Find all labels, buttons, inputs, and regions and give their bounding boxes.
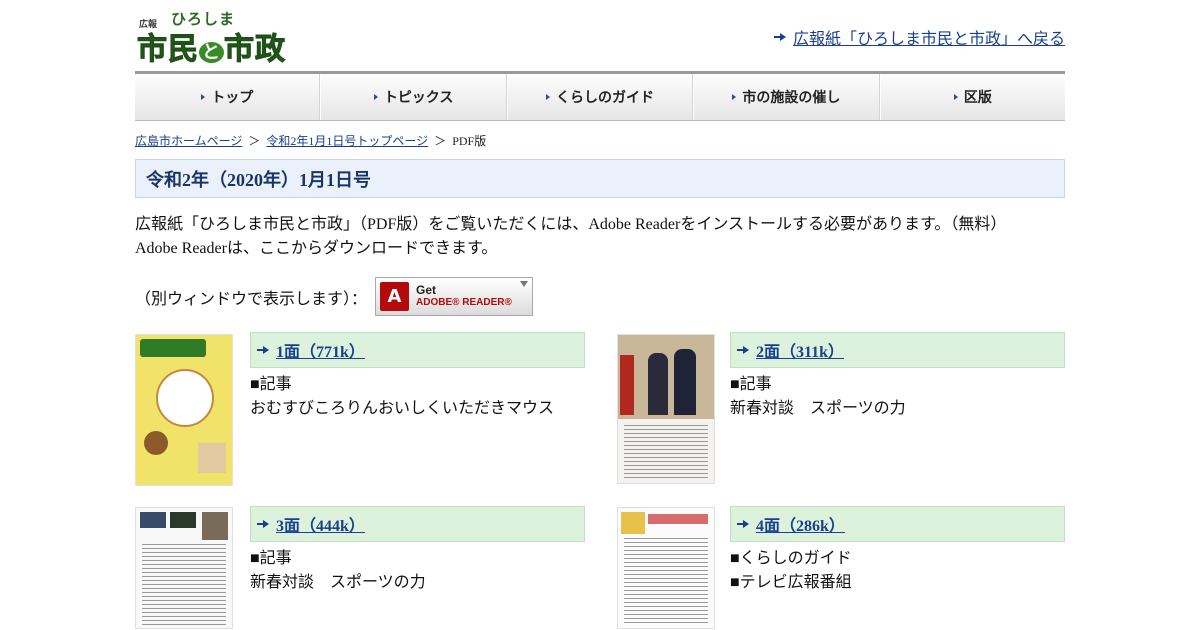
back-to-newsletter-text[interactable]: 広報紙「ひろしま市民と市政」へ戻る <box>793 25 1065 49</box>
new-window-label: （別ウィンドウで表示します）： <box>135 290 368 308</box>
thumb-illustration <box>198 443 226 473</box>
page-3-header[interactable]: 3面（444k） <box>250 506 585 542</box>
page-4-description: ■くらしのガイド ■テレビ広報番組 <box>730 550 852 591</box>
page-2-pdf-link[interactable]: 2面（311k） <box>756 338 844 362</box>
site-logo[interactable]: 広報 ひろしま 市民と市政 <box>137 8 287 68</box>
thumb-text-lines <box>624 538 708 626</box>
thumb-photo <box>648 353 668 415</box>
thumb-logo-block <box>140 339 206 357</box>
page-1-pdf-link[interactable]: 1面（771k） <box>276 338 365 362</box>
thumb-photo <box>202 512 228 540</box>
page-title: 令和2年（2020年）1月1日号 <box>146 169 371 190</box>
page-3-thumbnail[interactable] <box>135 507 233 629</box>
get-adobe-reader-button[interactable]: A Get ADOBE® READER® <box>375 277 534 316</box>
intro-text: 広報紙「ひろしま市民と市政」（PDF版）をご覧いただくには、Adobe Read… <box>135 213 1065 261</box>
global-nav: トップ トピックス くらしのガイド 市の施設の催し 区版 <box>135 71 1065 121</box>
breadcrumb-separator: ＞ <box>434 134 447 148</box>
back-to-newsletter-link[interactable]: 広報紙「ひろしま市民と市政」へ戻る <box>773 25 1065 49</box>
thumb-text-lines <box>142 544 226 626</box>
breadcrumb-home-link[interactable]: 広島市ホームページ <box>135 134 242 148</box>
download-arrow-icon <box>520 281 529 287</box>
arrow-right-icon <box>737 346 749 354</box>
thumb-illustration <box>144 431 168 455</box>
page-4-pdf-link[interactable]: 4面（286k） <box>756 512 845 536</box>
breadcrumb-current: PDF版 <box>452 134 487 148</box>
thumb-illustration <box>156 369 214 427</box>
thumb-title-bar <box>620 355 634 415</box>
nav-item-facility-events[interactable]: 市の施設の催し <box>693 74 880 120</box>
thumb-photo <box>170 512 196 528</box>
adobe-pdf-icon: A <box>380 282 410 311</box>
breadcrumb-issue-link[interactable]: 令和2年1月1日号トップページ <box>266 134 428 148</box>
page-4-thumbnail[interactable] <box>617 507 715 629</box>
thumb-photo <box>674 349 696 415</box>
page-2-description: ■記事 新春対談 スポーツの力 <box>730 376 906 417</box>
nav-item-topics[interactable]: トピックス <box>320 74 507 120</box>
nav-item-ward-edition[interactable]: 区版 <box>879 74 1065 120</box>
thumb-text-lines <box>624 425 708 481</box>
adobe-reader-text: ADOBE® READER® <box>416 297 512 308</box>
page-wrapper: 広報 ひろしま 市民と市政 広報紙「ひろしま市民と市政」へ戻る トップ トピック… <box>135 0 1065 630</box>
triangle-right-icon <box>373 94 378 100</box>
arrow-right-icon <box>257 520 269 528</box>
page-1-header[interactable]: 1面（771k） <box>250 332 585 368</box>
page-3-description: ■記事 新春対談 スポーツの力 <box>250 550 426 591</box>
breadcrumb: 広島市ホームページ ＞ 令和2年1月1日号トップページ ＞ PDF版 <box>135 132 486 149</box>
page-title-box: 令和2年（2020年）1月1日号 <box>135 159 1065 198</box>
page-1-thumbnail[interactable] <box>135 334 233 486</box>
thumb-header-bar <box>648 514 708 524</box>
triangle-right-icon <box>732 94 737 100</box>
nav-item-top[interactable]: トップ <box>135 74 321 120</box>
logo-main-text: 市民と市政 <box>137 32 286 68</box>
arrow-right-icon <box>257 346 269 354</box>
arrow-right-icon <box>773 33 786 41</box>
intro-line-1: 広報紙「ひろしま市民と市政」（PDF版）をご覧いただくには、Adobe Read… <box>135 216 1007 233</box>
page-3-pdf-link[interactable]: 3面（444k） <box>276 512 365 536</box>
adobe-reader-row: （別ウィンドウで表示します）： A Get ADOBE® READER® <box>135 277 534 316</box>
arrow-right-icon <box>737 520 749 528</box>
triangle-right-icon <box>201 94 206 100</box>
breadcrumb-separator: ＞ <box>248 134 261 148</box>
thumb-title-block <box>621 512 645 534</box>
page-1-description: ■記事 おむすびころりんおいしくいただきマウス <box>250 376 555 417</box>
intro-line-2: Adobe Readerは、ここからダウンロードできます。 <box>135 240 498 257</box>
page-2-thumbnail[interactable] <box>617 334 715 484</box>
page-4-header[interactable]: 4面（286k） <box>730 506 1065 542</box>
thumb-photo <box>140 512 166 528</box>
triangle-right-icon <box>953 94 958 100</box>
nav-item-living-guide[interactable]: くらしのガイド <box>506 74 694 120</box>
get-text: Get <box>416 283 437 297</box>
triangle-right-icon <box>546 94 551 100</box>
page-2-header[interactable]: 2面（311k） <box>730 332 1065 368</box>
